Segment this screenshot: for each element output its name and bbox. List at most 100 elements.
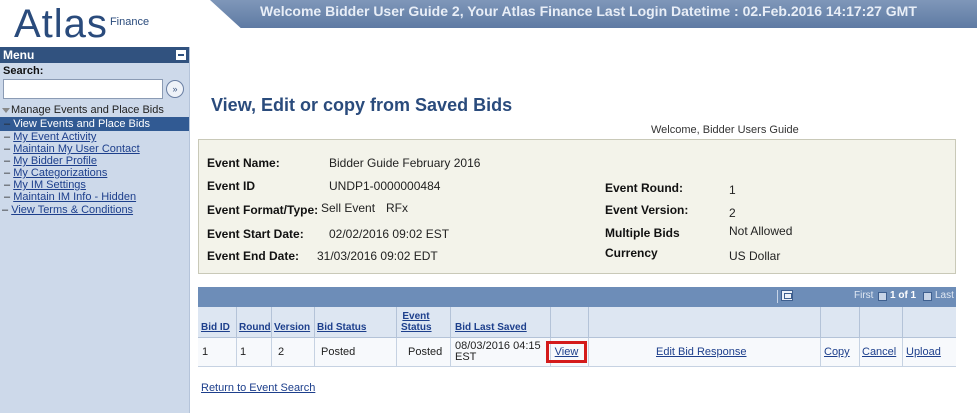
column-divider xyxy=(902,338,903,367)
col-round[interactable]: Round xyxy=(239,307,271,337)
edit-bid-response-link[interactable]: Edit Bid Response xyxy=(656,346,747,358)
sidebar-item-label[interactable]: My IM Settings xyxy=(13,179,86,191)
column-divider xyxy=(820,338,821,367)
page-info: 1 of 1 xyxy=(890,290,917,301)
event-format-label: Event Format/Type: xyxy=(207,203,319,217)
sidebar-item-label[interactable]: View Terms & Conditions xyxy=(11,204,133,216)
column-divider xyxy=(271,307,272,338)
col-version-label[interactable]: Version xyxy=(274,322,310,333)
upload-cell: Upload xyxy=(906,338,941,366)
atlas-finance-logo: Atlas Finance xyxy=(14,0,149,44)
view-bid-link-highlighted[interactable]: View xyxy=(546,341,587,363)
event-type-value: RFx xyxy=(386,201,408,215)
cancel-cell: Cancel xyxy=(862,338,896,366)
sidebar-item-label[interactable]: My Categorizations xyxy=(13,167,107,179)
event-name-value: Bidder Guide February 2016 xyxy=(329,156,481,170)
column-divider xyxy=(236,338,237,367)
grid-navigation-bar: First 1 of 1 Last xyxy=(198,287,956,307)
welcome-text: Welcome, Bidder Users Guide xyxy=(651,124,799,136)
col-bid-last-saved[interactable]: Bid Last Saved xyxy=(455,307,527,337)
menu-title: Menu xyxy=(3,48,35,62)
view-link[interactable]: View xyxy=(555,346,579,358)
column-divider xyxy=(450,338,451,367)
last-link[interactable]: Last xyxy=(935,290,954,301)
next-arrow-icon[interactable] xyxy=(923,291,932,302)
event-end-value: 31/03/2016 09:02 EDT xyxy=(317,249,438,263)
col-event-status-label[interactable]: Event Status xyxy=(401,311,432,333)
column-divider xyxy=(396,338,397,367)
first-link[interactable]: First xyxy=(854,290,873,301)
prev-arrow-icon[interactable] xyxy=(878,291,887,302)
sidebar-item-terms[interactable]: – View Terms & Conditions xyxy=(0,203,189,217)
col-bid-id-label[interactable]: Bid ID xyxy=(201,322,230,333)
logo-main-text: Atlas xyxy=(14,2,108,46)
column-divider xyxy=(271,338,272,367)
logo-sub-text: Finance xyxy=(109,16,150,28)
column-divider xyxy=(588,338,589,367)
column-divider xyxy=(236,307,237,338)
currency-label: Currency xyxy=(605,246,658,260)
sidebar-item-event-activity[interactable]: – My Event Activity xyxy=(0,131,189,143)
nav-separator xyxy=(777,290,778,303)
event-start-label: Event Start Date: xyxy=(207,227,304,241)
cell-round: 1 xyxy=(240,346,247,358)
event-start-value: 02/02/2016 09:02 EST xyxy=(329,227,450,241)
cell-event-status: Posted xyxy=(408,346,443,358)
menu-folder-manage-events[interactable]: Manage Events and Place Bids xyxy=(0,103,189,117)
return-to-event-search: Return to Event Search xyxy=(201,382,315,394)
return-to-event-search-link[interactable]: Return to Event Search xyxy=(201,382,315,394)
copy-cell: Copy xyxy=(824,338,850,366)
sidebar-item-label[interactable]: View Events and Place Bids xyxy=(13,118,150,130)
sidebar-item-categorizations[interactable]: – My Categorizations xyxy=(0,167,189,179)
col-bid-status-label[interactable]: Bid Status xyxy=(317,322,366,333)
upload-link[interactable]: Upload xyxy=(906,346,941,358)
sidebar-item-label[interactable]: My Bidder Profile xyxy=(13,155,97,167)
col-bid-id[interactable]: Bid ID xyxy=(201,307,230,337)
event-id-label: Event ID xyxy=(207,179,256,193)
menu-folder-label: Manage Events and Place Bids xyxy=(11,104,164,116)
welcome-banner: Welcome Bidder User Guide 2, Your Atlas … xyxy=(210,0,977,28)
table-row: 1 1 2 Posted Posted 08/03/2016 04:15 EST… xyxy=(198,338,956,367)
view-all-icon[interactable] xyxy=(781,290,793,301)
col-event-status[interactable]: Event Status xyxy=(401,307,447,337)
column-divider xyxy=(314,338,315,367)
cell-bid-status: Posted xyxy=(321,346,356,358)
col-round-label[interactable]: Round xyxy=(239,322,271,333)
cell-bid-last-saved: 08/03/2016 04:15 EST xyxy=(455,340,541,363)
event-round-label: Event Round: xyxy=(605,181,683,195)
col-bid-status[interactable]: Bid Status xyxy=(317,307,366,337)
sidebar-item-view-events[interactable]: – View Events and Place Bids xyxy=(0,117,189,131)
menu-header: Menu xyxy=(0,47,189,63)
sidebar-item-label[interactable]: Maintain IM Info - Hidden xyxy=(13,191,136,203)
collapse-icon[interactable] xyxy=(176,50,186,60)
double-chevron-right-icon[interactable]: » xyxy=(166,80,184,98)
sidebar-item-bidder-profile[interactable]: – My Bidder Profile xyxy=(0,155,189,167)
event-version-value: 2 xyxy=(729,206,736,220)
event-id-value: UNDP1-0000000484 xyxy=(329,179,441,193)
sidebar-item-label[interactable]: My Event Activity xyxy=(13,131,96,143)
sidebar-item-label[interactable]: Maintain My User Contact xyxy=(13,143,140,155)
event-end-label: Event End Date: xyxy=(207,249,300,263)
folder-open-icon xyxy=(2,108,10,113)
sidebar-item-user-contact[interactable]: – Maintain My User Contact xyxy=(0,143,189,155)
column-divider xyxy=(859,338,860,367)
copy-link[interactable]: Copy xyxy=(824,346,850,358)
col-version[interactable]: Version xyxy=(274,307,310,337)
event-name-label: Event Name: xyxy=(207,156,280,170)
sidebar-item-im-settings[interactable]: – My IM Settings xyxy=(0,179,189,191)
sidebar-item-im-info[interactable]: – Maintain IM Info - Hidden xyxy=(0,191,189,203)
saved-bids-grid: First 1 of 1 Last Bid ID Round Version B… xyxy=(198,287,956,367)
search-input[interactable] xyxy=(3,79,163,99)
cell-version: 2 xyxy=(278,346,285,358)
cancel-link[interactable]: Cancel xyxy=(862,346,896,358)
multiple-bids-value: Not Allowed xyxy=(729,224,793,238)
column-divider xyxy=(902,307,903,338)
search-label: Search: xyxy=(3,65,44,77)
grid-header-row: Bid ID Round Version Bid Status Event St… xyxy=(198,307,956,338)
column-divider xyxy=(314,307,315,338)
currency-value: US Dollar xyxy=(729,249,781,263)
col-bid-last-saved-label[interactable]: Bid Last Saved xyxy=(455,322,527,333)
sidebar-menu: Menu Search: » Manage Events and Place B… xyxy=(0,47,190,413)
column-divider xyxy=(859,307,860,338)
column-divider xyxy=(396,307,397,338)
